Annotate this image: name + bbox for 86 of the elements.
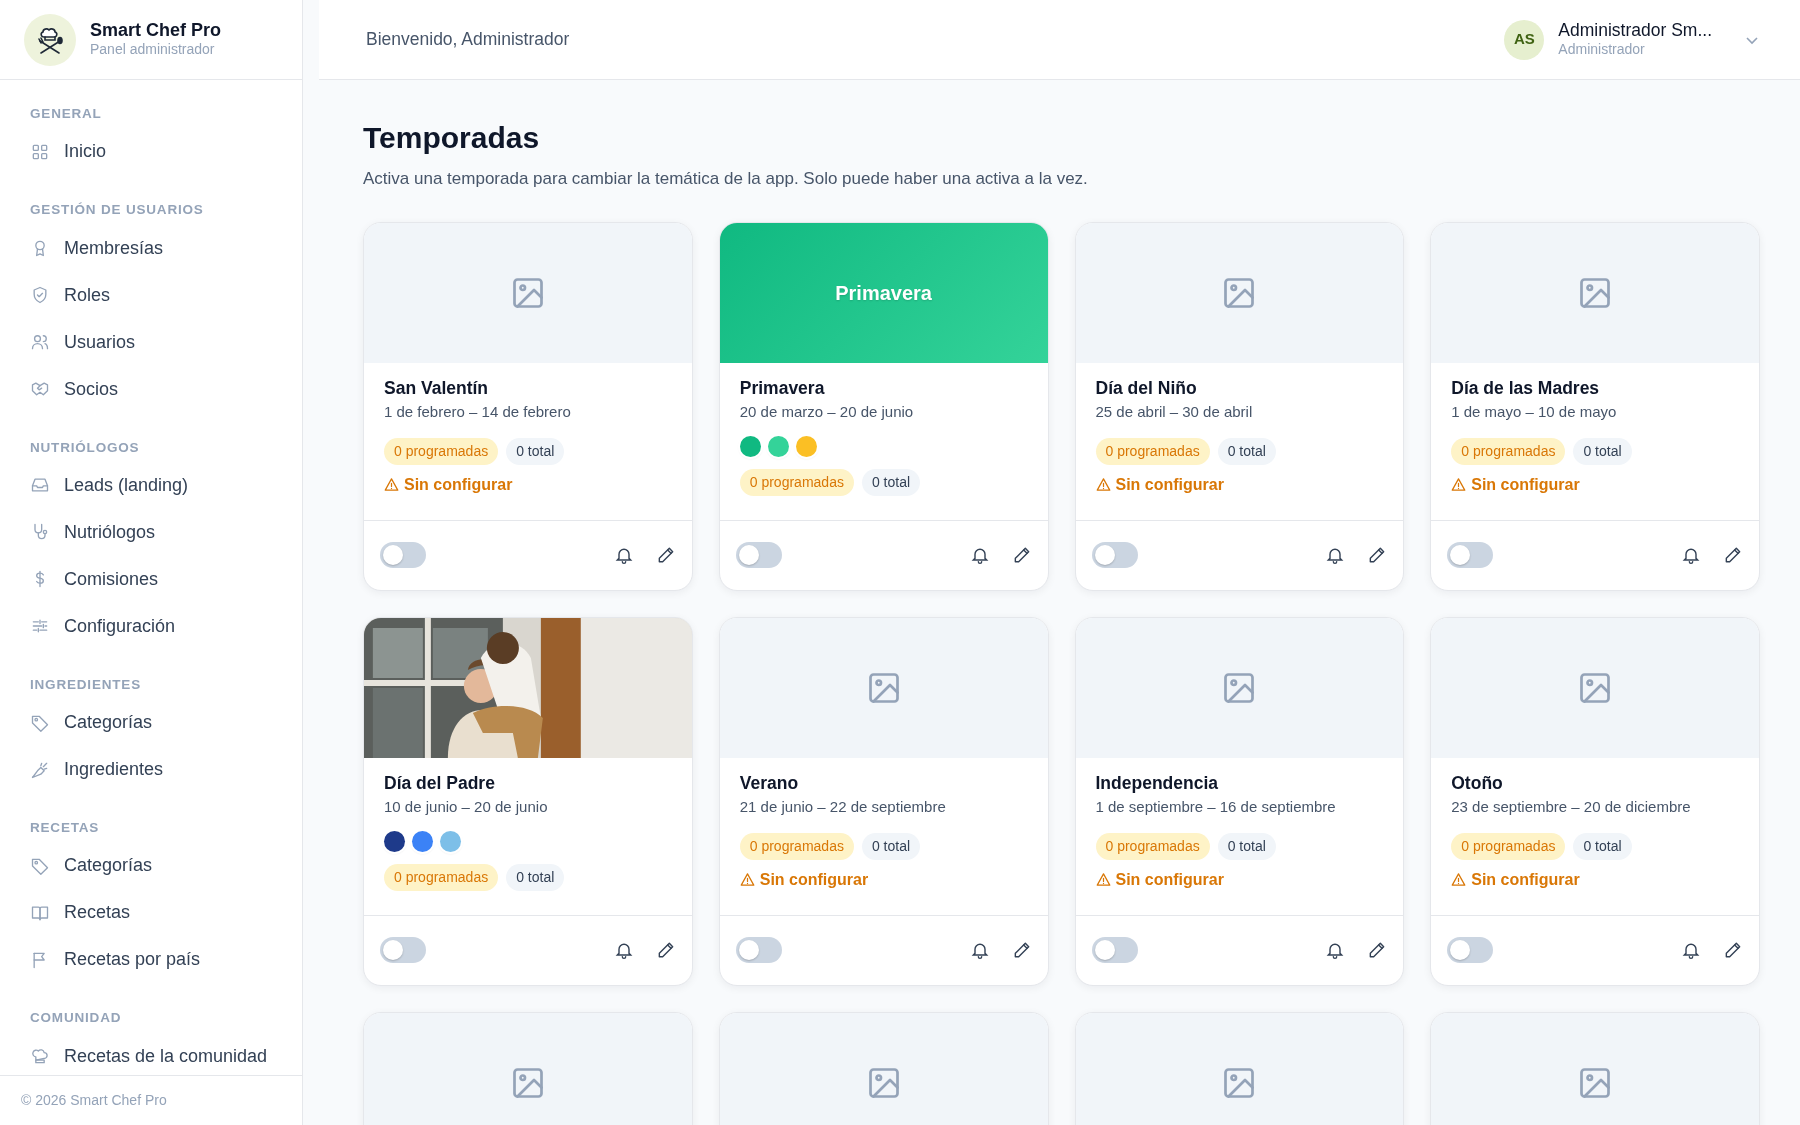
warning-icon [1451,872,1467,888]
scheduled-badge: 0 programadas [1451,832,1566,860]
season-title: San Valentín [384,376,490,400]
warning-text: Sin configurar [1471,474,1580,495]
warning-icon [1095,477,1111,493]
total-badge: 0 total [861,468,921,496]
logo-icon [24,13,76,66]
season-title: Día del Padre [384,771,496,795]
total-badge: 0 total [1217,437,1276,465]
total-badge: 0 total [1217,832,1276,860]
nav-link[interactable]: Inicio [64,138,107,166]
warning-icon [1451,477,1467,493]
scheduled-badge: 0 programadas [384,863,499,891]
edit-icon[interactable] [1723,940,1743,960]
toggle-switch[interactable] [735,937,782,963]
section-heading: GENERAL [30,105,103,123]
scheduled-badge: 0 programadas [1451,437,1566,465]
season-title: Otoño [1451,771,1504,795]
total-badge: 0 total [861,832,921,860]
nav-link[interactable]: Comisiones [64,565,159,593]
season-title: Verano [739,771,800,795]
season-title: Día de las Madres [1451,376,1601,400]
season-title: Primavera [739,376,826,400]
warning-text: Sin configurar [1471,869,1580,890]
users-icon [30,332,50,352]
toggle-switch[interactable] [1091,937,1138,963]
warning-text: Sin configurar [404,474,513,495]
toggle-switch[interactable] [1091,542,1138,568]
nav-link[interactable]: Categorías [64,852,153,880]
page-description: Activa una temporada para cambiar la temática de la app. Solo puede haber una activa a la vez. [363,168,1089,190]
user-menu[interactable]: AS Administrador Sm... Administrador [1504,19,1760,60]
toggle-switch[interactable] [735,542,782,568]
total-badge: 0 total [1573,437,1632,465]
warning-text: Sin configurar [1115,869,1224,890]
nav-link[interactable]: Nutriólogos [64,518,156,546]
toggle-switch[interactable] [380,542,426,568]
copyright-text: © 2026 Smart Chef Pro [0,1075,302,1125]
warning-text: Sin configurar [1115,474,1224,495]
section-heading: RECETAS [30,819,101,837]
scheduled-badge: 0 programadas [1095,437,1210,465]
nav-link[interactable]: Usuarios [64,328,136,356]
date-range: 21 de junio – 22 de septiembre [739,797,947,818]
nav-link[interactable]: Categorías [64,709,153,736]
scheduled-badge: 0 programadas [1095,832,1210,860]
date-range: 1 de septiembre – 16 de septiembre [1095,797,1337,818]
welcome-text: Bienvenido, Administrador [366,28,570,52]
scheduled-badge: 0 programadas [739,468,854,496]
warning-icon [384,477,399,493]
toggle-switch[interactable] [1447,937,1494,963]
date-range: 1 de febrero – 14 de febrero [384,402,572,423]
section-heading: COMUNIDAD [30,1009,123,1028]
section-heading: GESTIÓN DE USUARIOS [30,201,205,220]
nav-link[interactable]: Roles [64,281,111,309]
toggle-switch[interactable] [380,937,426,963]
nav-link[interactable]: Recetas por país [64,946,201,974]
edit-icon[interactable] [1723,545,1743,565]
total-badge: 0 total [1573,832,1632,860]
warning-icon [739,872,755,888]
app-title: Smart Chef Pro [90,21,222,41]
season-title: Día del Niño [1095,376,1198,400]
date-range: 25 de abril – 30 de abril [1095,402,1254,423]
scheduled-badge: 0 programadas [739,832,854,860]
date-range: 10 de junio – 20 de junio [384,797,549,818]
scheduled-badge: 0 programadas [384,437,499,465]
nav-link[interactable]: Ingredientes [64,756,164,783]
date-range: 20 de marzo – 20 de junio [739,402,915,423]
chef-hat-icon [30,1046,50,1066]
section-heading: INGREDIENTES [30,675,142,694]
total-badge: 0 total [506,437,565,465]
warning-icon [1095,872,1111,888]
nav-link[interactable]: Socios [64,375,119,403]
nav-link[interactable]: Configuración [64,612,176,640]
date-range: 23 de septiembre – 20 de diciembre [1451,797,1692,818]
toggle-switch[interactable] [1447,542,1494,568]
total-badge: 0 total [506,863,565,891]
nav-link[interactable]: Recetas [64,899,131,927]
app-subtitle: Panel administrador [90,41,216,58]
banner-label: Primavera [835,280,932,306]
nav-link[interactable]: Leads (landing) [64,471,189,499]
page-title: Temporadas [363,120,541,156]
section-heading: NUTRIÓLOGOS [30,438,141,457]
nav-link[interactable]: Membresías [64,234,164,262]
warning-text: Sin configurar [759,869,869,890]
nav-link[interactable]: Recetas de la comunidad [64,1042,268,1070]
season-title: Independencia [1095,771,1220,795]
date-range: 1 de mayo – 10 de mayo [1451,402,1618,423]
